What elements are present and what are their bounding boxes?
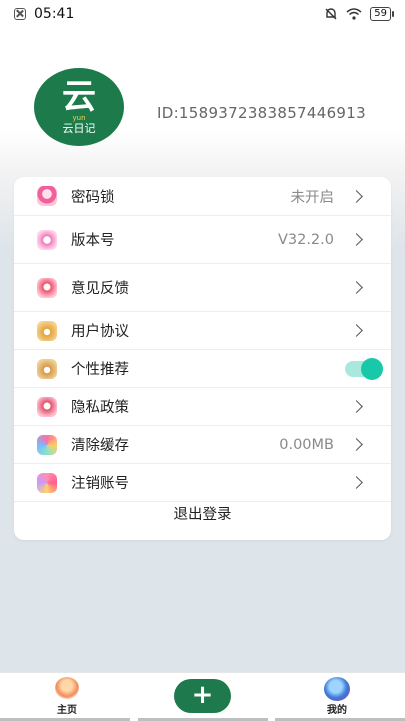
logout-button[interactable]: 退出登录: [14, 503, 391, 524]
chevron-right-icon: [350, 281, 363, 294]
settings-item-password-lock[interactable]: 密码锁 未开启: [14, 177, 391, 216]
settings-item-label: 密码锁: [71, 189, 115, 206]
settings-card: 密码锁 未开启 版本号 V32.2.0 意见反馈 用户协议 个性推荐 隐私政策 …: [14, 177, 391, 540]
chevron-right-icon: [350, 400, 363, 413]
logo-char: 云: [62, 77, 96, 117]
clear-cache-icon: [37, 434, 57, 455]
settings-item-label: 个性推荐: [71, 362, 129, 378]
notification-close-icon: [14, 8, 26, 20]
toggle-knob: [361, 357, 383, 380]
chevron-right-icon: [350, 233, 363, 246]
settings-item-version[interactable]: 版本号 V32.2.0: [14, 216, 391, 264]
home-icon: [55, 677, 79, 699]
status-time: 05:41: [34, 6, 75, 22]
recommend-icon: [37, 358, 57, 379]
settings-item-value: V32.2.0: [277, 231, 334, 248]
settings-item-value: 未开启: [290, 189, 335, 206]
app-logo[interactable]: 云 yun 云日记: [34, 68, 124, 146]
bottom-nav: 主页 + 我的: [0, 672, 405, 721]
logo-sub: yun: [72, 114, 86, 122]
logo-name: 云日记: [62, 122, 96, 135]
chevron-right-icon: [350, 189, 363, 203]
settings-item-label: 注销账号: [71, 476, 129, 492]
settings-item-label: 隐私政策: [71, 400, 129, 416]
wifi-icon: [346, 8, 362, 20]
settings-item-value: 0.00MB: [279, 436, 334, 453]
feedback-icon: [37, 277, 57, 298]
status-bar: 05:41 59: [0, 0, 405, 28]
nav-mine-label: 我的: [327, 705, 347, 716]
lock-icon: [37, 186, 57, 206]
add-button[interactable]: +: [174, 679, 231, 713]
nav-mine[interactable]: 我的: [302, 677, 372, 716]
mute-bell-icon: [325, 8, 337, 20]
settings-item-feedback[interactable]: 意见反馈: [14, 264, 391, 312]
profile-header: 云 yun 云日记 ID:1589372383857446913: [0, 60, 405, 160]
user-id: ID:1589372383857446913: [157, 104, 366, 122]
version-icon: [37, 229, 57, 250]
nav-home[interactable]: 主页: [32, 677, 102, 716]
chevron-right-icon: [350, 476, 363, 489]
settings-item-clear-cache[interactable]: 清除缓存 0.00MB: [14, 426, 391, 464]
settings-item-label: 版本号: [71, 233, 115, 249]
delete-account-icon: [37, 472, 57, 493]
settings-item-label: 清除缓存: [71, 438, 129, 454]
agreement-icon: [37, 320, 57, 341]
settings-item-label: 意见反馈: [71, 281, 129, 297]
privacy-icon: [37, 396, 57, 417]
chevron-right-icon: [350, 324, 363, 337]
settings-item-delete-account[interactable]: 注销账号: [14, 464, 391, 502]
settings-item-user-agreement[interactable]: 用户协议: [14, 312, 391, 350]
battery-icon: 59: [370, 7, 394, 21]
profile-icon: [324, 677, 350, 701]
settings-item-label: 用户协议: [71, 324, 129, 340]
chevron-right-icon: [350, 438, 363, 451]
settings-item-privacy-policy[interactable]: 隐私政策: [14, 388, 391, 426]
recommend-toggle[interactable]: [345, 357, 383, 380]
nav-home-label: 主页: [57, 705, 77, 716]
settings-item-personalized-recommend: 个性推荐: [14, 350, 391, 388]
